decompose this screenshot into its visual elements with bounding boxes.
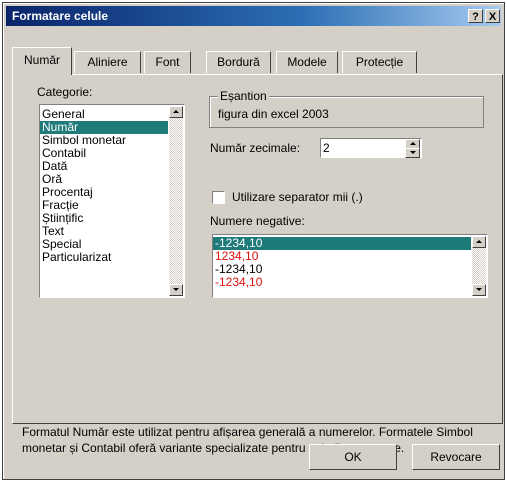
- category-item[interactable]: Particularizat: [40, 251, 168, 264]
- category-label: Categorie:: [37, 85, 93, 99]
- scroll-up-button[interactable]: [472, 236, 486, 248]
- scroll-down-button[interactable]: [169, 284, 183, 296]
- tab-numar-label: Număr: [23, 53, 60, 67]
- ok-button[interactable]: OK: [309, 444, 397, 470]
- decimals-value: 2: [323, 141, 330, 155]
- cancel-button[interactable]: Revocare: [412, 444, 500, 470]
- scroll-up-button[interactable]: [169, 106, 183, 118]
- tab-panel: Categorie: General Număr Simbol monetar …: [12, 74, 503, 455]
- sample-group: Eșantion figura din excel 2003: [209, 89, 484, 128]
- decimals-label: Număr zecimale:: [210, 141, 301, 155]
- title-bar[interactable]: Formatare celule ? X: [6, 6, 501, 26]
- close-button[interactable]: X: [485, 9, 500, 23]
- tab-modele[interactable]: Modele: [276, 51, 338, 73]
- tab-modele-label: Modele: [287, 55, 327, 69]
- tab-aliniere-label: Aliniere: [87, 55, 128, 69]
- help-button[interactable]: ?: [468, 9, 483, 23]
- separator-checkbox[interactable]: [212, 191, 225, 204]
- separator-label[interactable]: Utilizare separator mii (.): [232, 190, 363, 204]
- tab-numar[interactable]: Număr: [12, 47, 72, 75]
- category-scrollbar[interactable]: [169, 106, 183, 296]
- negatives-scrollbar[interactable]: [472, 236, 486, 296]
- window-title: Formatare celule: [12, 9, 109, 23]
- sample-label: Eșantion: [218, 89, 269, 103]
- sample-value: figura din excel 2003: [218, 107, 329, 121]
- negative-item-red[interactable]: -1234,10: [213, 276, 471, 289]
- tab-bordura-label: Bordură: [217, 55, 260, 69]
- scroll-down-button[interactable]: [472, 284, 486, 296]
- negatives-listbox[interactable]: -1234,10 1234,10 -1234,10 -1234,10: [212, 234, 488, 298]
- tab-protectie[interactable]: Protecție: [342, 51, 417, 73]
- category-listbox[interactable]: General Număr Simbol monetar Contabil Da…: [39, 104, 185, 298]
- decimals-down-button[interactable]: [405, 148, 420, 158]
- tab-bordura[interactable]: Bordură: [206, 51, 271, 73]
- tab-font[interactable]: Font: [144, 51, 191, 73]
- format-cells-dialog: Formatare celule ? X Număr Aliniere Font…: [2, 2, 505, 480]
- negatives-label: Numere negative:: [210, 214, 305, 228]
- tab-aliniere[interactable]: Aliniere: [74, 51, 141, 73]
- tab-font-label: Font: [155, 55, 180, 69]
- tab-protectie-label: Protecție: [355, 55, 404, 69]
